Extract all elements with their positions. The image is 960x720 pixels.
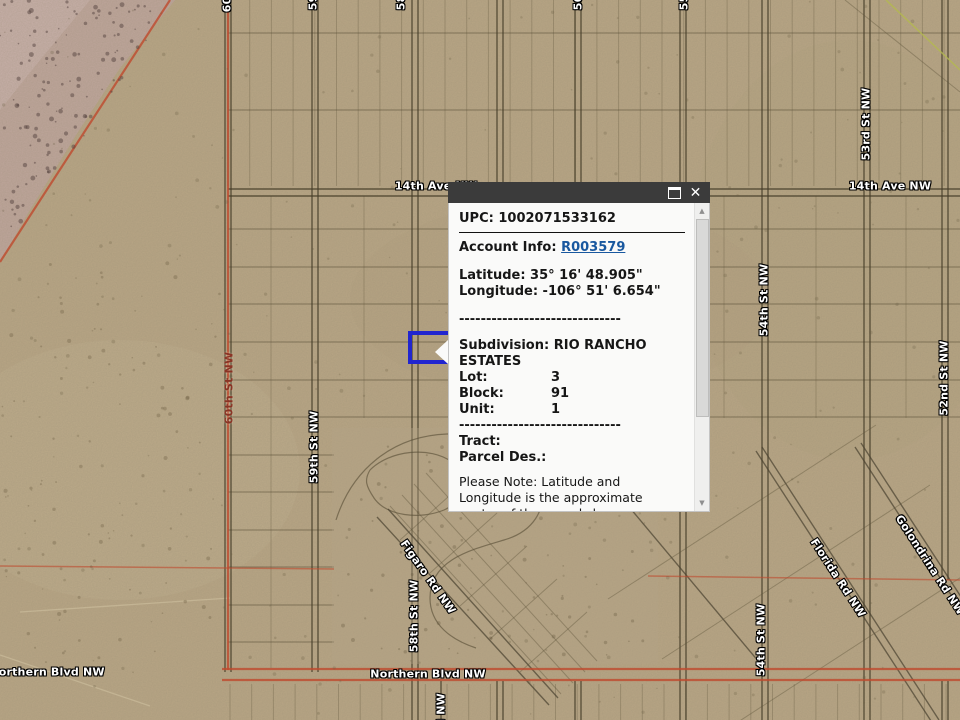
account-info-label: Account Info: bbox=[459, 240, 557, 255]
dashed-divider: ------------------------------ bbox=[459, 312, 701, 328]
block-label: Block: bbox=[459, 386, 551, 402]
scroll-up-icon[interactable]: ▲ bbox=[695, 204, 709, 218]
scroll-down-icon[interactable]: ▼ bbox=[695, 496, 709, 510]
divider-line bbox=[459, 232, 685, 233]
tract-label: Tract: bbox=[459, 434, 701, 450]
unit-value: 1 bbox=[551, 402, 560, 417]
block-value: 91 bbox=[551, 386, 569, 401]
unit-row: Unit:1 bbox=[459, 402, 701, 418]
unit-label: Unit: bbox=[459, 402, 551, 418]
account-info-row: Account Info: R003579 bbox=[459, 240, 701, 256]
subdivision-text: Subdivision: RIO RANCHO ESTATES bbox=[459, 338, 687, 370]
lot-value: 3 bbox=[551, 370, 560, 385]
latitude-text: Latitude: 35° 16' 48.905" bbox=[459, 268, 701, 284]
parcel-info-popup: ✕ UPC: 1002071533162 Account Info: R0035… bbox=[448, 182, 710, 512]
popup-scrollbar[interactable]: ▲ ▼ bbox=[694, 203, 709, 511]
popup-titlebar: ✕ bbox=[448, 182, 710, 203]
account-link[interactable]: R003579 bbox=[561, 240, 625, 255]
lot-label: Lot: bbox=[459, 370, 551, 386]
lot-row: Lot:3 bbox=[459, 370, 701, 386]
upc-text: UPC: 1002071533162 bbox=[459, 211, 701, 227]
note-text: Please Note: Latitude and Longitude is t… bbox=[459, 474, 685, 512]
map-viewport[interactable]: 14th Ave NW14th Ave NW60th St NW59th St … bbox=[0, 0, 960, 720]
scrollbar-thumb[interactable] bbox=[696, 219, 709, 417]
popup-callout-arrow bbox=[435, 340, 448, 364]
parcel-des-label: Parcel Des.: bbox=[459, 450, 701, 466]
block-row: Block:91 bbox=[459, 386, 701, 402]
popup-body: UPC: 1002071533162 Account Info: R003579… bbox=[448, 203, 710, 512]
restore-icon[interactable] bbox=[668, 187, 681, 199]
close-icon[interactable]: ✕ bbox=[688, 186, 703, 200]
dashed-divider: ------------------------------ bbox=[459, 418, 701, 434]
longitude-text: Longitude: -106° 51' 6.654" bbox=[459, 284, 701, 300]
